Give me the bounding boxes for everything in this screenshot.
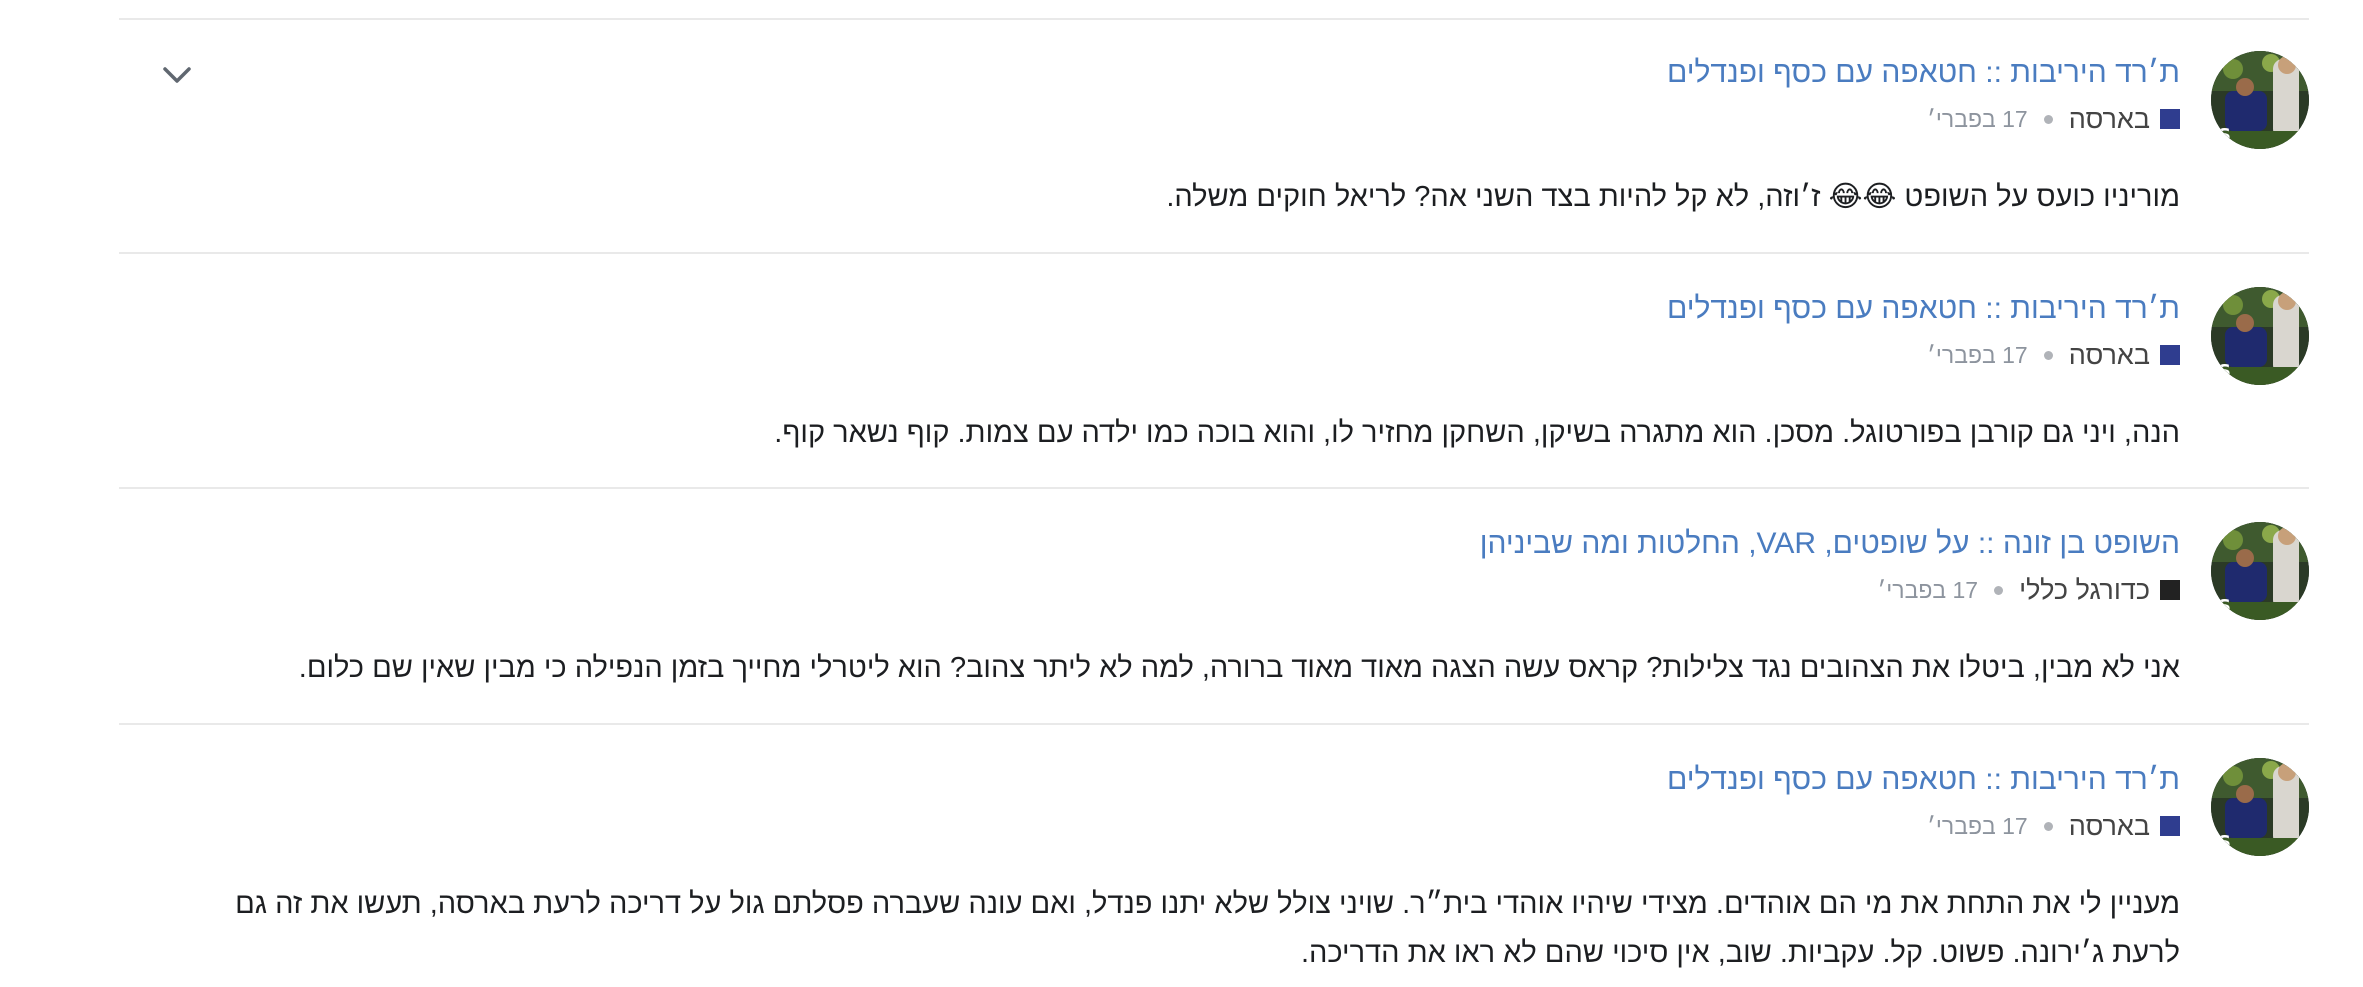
comment-text: הנה, ויני גם קורבן בפורטוגל. מסכן. הוא מ… (774, 417, 2180, 449)
dot-separator-icon (2043, 821, 2053, 831)
comment-item: NS ת׳רד היריבות :: חטאפה עם כסף ופנדלים … (119, 758, 2309, 987)
post-date: 17 בפברי׳ (1927, 105, 2028, 132)
post-meta: כדורגל כללי 17 בפברי׳ (1877, 574, 2180, 606)
thread-title-link[interactable]: ת׳רד היריבות :: חטאפה עם כסף ופנדלים (1667, 289, 2180, 329)
avatar-image: NS (2211, 51, 2309, 149)
forum-color-square (2160, 109, 2180, 129)
comment-divider (119, 723, 2309, 725)
comment-text: מוריניו כועס על השופט 😂😂 ז׳וזה, לא קל לה… (1166, 181, 2180, 213)
comment-text: אני לא מבין, ביטלו את הצהובים נגד צלילות… (298, 652, 2180, 684)
post-date: 17 בפברי׳ (1877, 576, 1979, 603)
comment-feed: NS ת׳רד היריבות :: חטאפה עם כסף ופנדלים … (119, 0, 2309, 987)
comment-item: NS השופט בן זונה :: על שופטים, VAR, החלט… (119, 522, 2309, 725)
post-date: 17 בפברי׳ (1927, 341, 2028, 368)
comment-item: NS ת׳רד היריבות :: חטאפה עם כסף ופנדלים … (119, 287, 2309, 489)
avatar[interactable]: NS (2211, 287, 2309, 385)
thread-title-link[interactable]: ת׳רד היריבות :: חטאפה עם כסף ופנדלים (1667, 760, 2180, 800)
avatar[interactable]: NS (2211, 758, 2309, 856)
svg-text:NS: NS (2211, 596, 2231, 617)
forum-color-square (2160, 580, 2180, 600)
thread-title-link[interactable]: השופט בן זונה :: על שופטים, VAR, החלטות … (1480, 524, 2180, 564)
avatar-image: NS (2211, 758, 2309, 856)
feed-top-divider (119, 18, 2309, 20)
post-meta: בארסה 17 בפברי׳ (1927, 810, 2180, 842)
post-meta: בארסה 17 בפברי׳ (1927, 339, 2180, 371)
svg-text:NS: NS (2211, 361, 2231, 382)
chevron-down-icon[interactable] (159, 57, 195, 93)
comment-divider (119, 487, 2309, 489)
comment-item: NS ת׳רד היריבות :: חטאפה עם כסף ופנדלים … (119, 51, 2309, 254)
comment-text: מעניין לי את התחת את מי הם אוהדים. מצידי… (235, 888, 2180, 969)
dot-separator-icon (1994, 585, 2004, 595)
forum-name-link[interactable]: בארסה (2069, 811, 2150, 842)
avatar-image: NS (2211, 287, 2309, 385)
forum-color-square (2160, 816, 2180, 836)
svg-text:NS: NS (2211, 125, 2231, 146)
svg-text:NS: NS (2211, 832, 2231, 853)
dot-separator-icon (2043, 350, 2053, 360)
dot-separator-icon (2043, 114, 2053, 124)
forum-name-link[interactable]: בארסה (2069, 340, 2150, 371)
forum-color-square (2160, 345, 2180, 365)
forum-name-link[interactable]: כדורגל כללי (2019, 575, 2150, 606)
comment-divider (119, 252, 2309, 254)
post-meta: בארסה 17 בפברי׳ (1927, 103, 2180, 135)
forum-name-link[interactable]: בארסה (2069, 104, 2150, 135)
avatar[interactable]: NS (2211, 51, 2309, 149)
thread-title-link[interactable]: ת׳רד היריבות :: חטאפה עם כסף ופנדלים (1667, 53, 2180, 93)
avatar-image: NS (2211, 522, 2309, 620)
post-date: 17 בפברי׳ (1927, 812, 2028, 839)
avatar[interactable]: NS (2211, 522, 2309, 620)
